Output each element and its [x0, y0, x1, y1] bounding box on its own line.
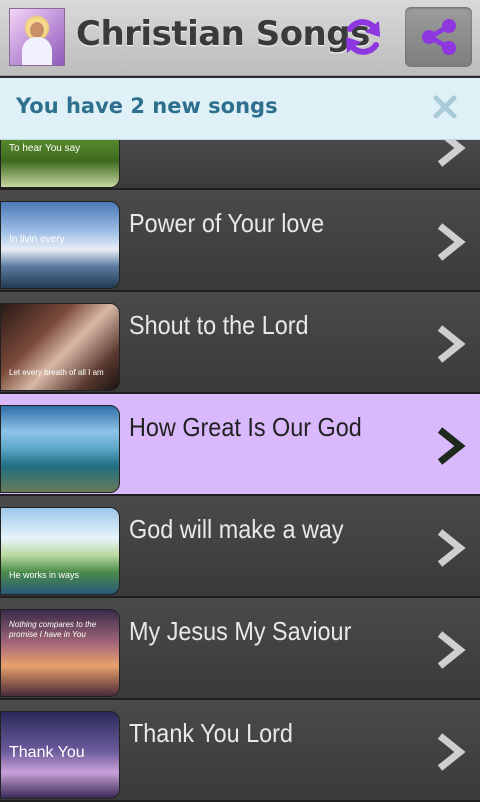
song-row[interactable]: To hear You say [0, 100, 480, 190]
song-title: God will make a way [129, 514, 344, 544]
song-title: Thank You Lord [129, 718, 293, 748]
song-row[interactable]: In livin every Power of Your love [0, 190, 480, 292]
chevron-right-icon [437, 427, 466, 465]
app-logo-icon [9, 8, 65, 66]
share-button[interactable] [405, 7, 472, 67]
app-title: Christian Songs [76, 14, 370, 54]
chevron-right-icon [437, 223, 466, 261]
share-icon [421, 19, 456, 55]
new-songs-message: You have 2 new songs [16, 94, 278, 118]
close-icon [433, 95, 457, 119]
song-title: Power of Your love [129, 208, 325, 238]
song-list: To hear You say In livin every Power of … [0, 100, 480, 802]
song-thumbnail: Thank You [0, 711, 120, 799]
song-row[interactable]: Thank You Thank You Lord [0, 700, 480, 802]
song-row-selected[interactable]: How Great Is Our God [0, 394, 480, 496]
song-thumbnail: Nothing compares to the promise I have i… [0, 609, 120, 697]
song-thumbnail [0, 405, 120, 493]
song-thumbnail: In livin every [0, 201, 120, 289]
chevron-right-icon [437, 733, 466, 771]
chevron-right-icon [437, 631, 466, 669]
song-thumbnail: Let every breath of all I am [0, 303, 120, 391]
chevron-right-icon [437, 529, 466, 567]
song-row[interactable]: He works in ways God will make a way [0, 496, 480, 598]
dismiss-banner-button[interactable] [430, 92, 460, 122]
song-title: My Jesus My Saviour [129, 616, 352, 646]
refresh-button[interactable] [336, 10, 390, 64]
refresh-icon [346, 19, 380, 55]
new-songs-banner: You have 2 new songs [0, 78, 480, 140]
song-row[interactable]: Nothing compares to the promise I have i… [0, 598, 480, 700]
chevron-right-icon [437, 325, 466, 363]
song-title: How Great Is Our God [129, 412, 362, 442]
app-bar: Christian Songs [0, 0, 480, 76]
song-thumbnail: He works in ways [0, 507, 120, 595]
song-title: Shout to the Lord [129, 310, 309, 340]
song-row[interactable]: Let every breath of all I am Shout to th… [0, 292, 480, 394]
